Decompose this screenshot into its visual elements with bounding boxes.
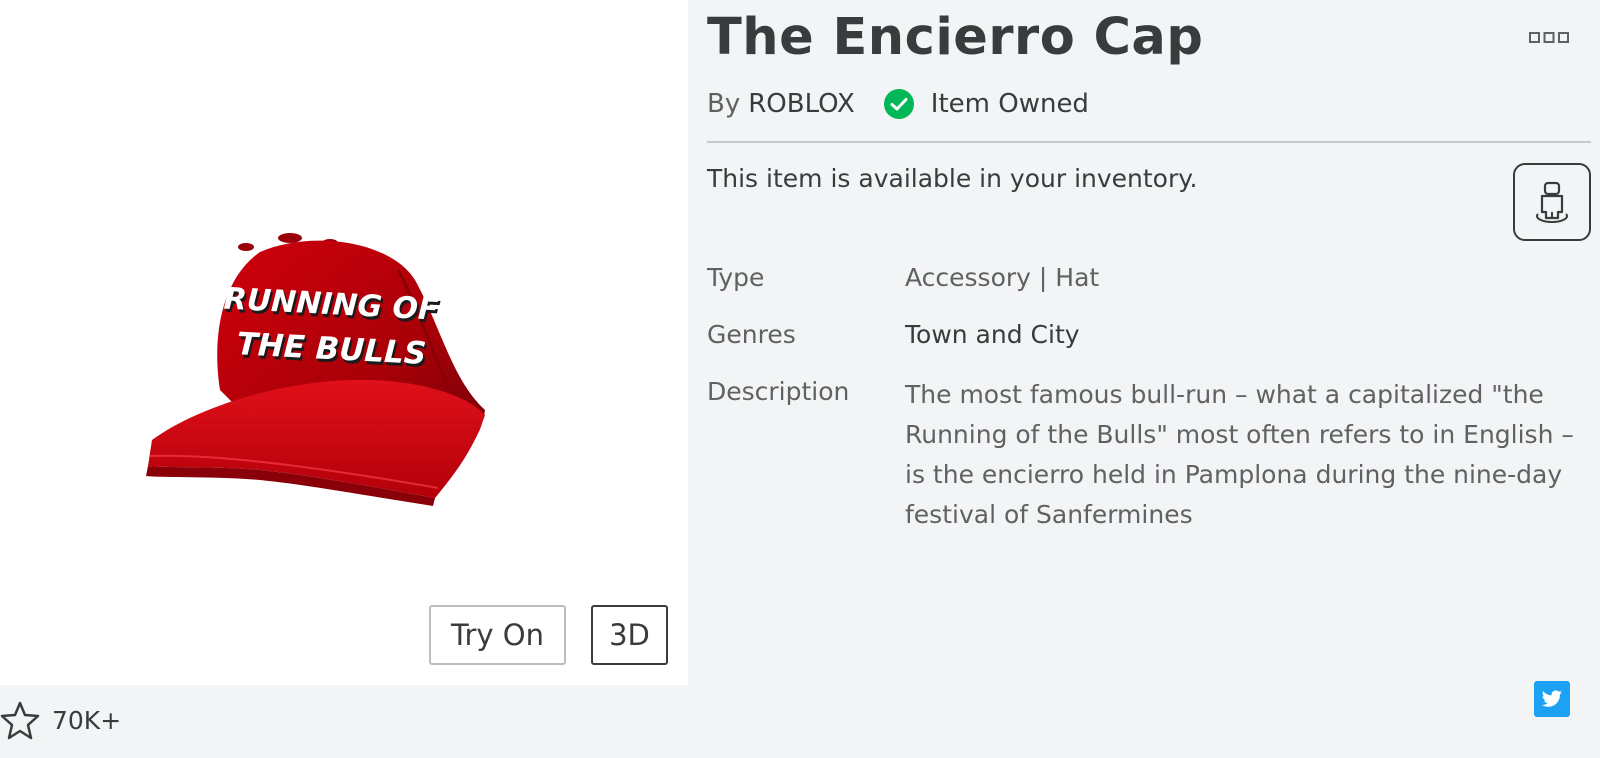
type-value: Accessory | Hat <box>905 263 1100 292</box>
view-3d-button[interactable]: 3D <box>591 605 668 665</box>
item-thumbnail-image: RUNNING OF RUNNING OF THE BULLS THE BULL… <box>146 233 485 506</box>
favorite-button[interactable]: 70K+ <box>0 700 121 740</box>
creator-link[interactable]: ROBLOX <box>748 89 855 119</box>
item-details-page: RUNNING OF RUNNING OF THE BULLS THE BULL… <box>0 0 1600 758</box>
creator-row: By ROBLOX Item Owned <box>707 86 1089 122</box>
star-icon <box>0 701 40 740</box>
item-owned-label: Item Owned <box>930 89 1089 119</box>
avatar-preview-icon <box>1536 181 1568 224</box>
genres-value[interactable]: Town and City <box>905 320 1080 349</box>
availability-text: This item is available in your inventory… <box>707 164 1198 193</box>
type-label: Type <box>707 263 765 292</box>
twitter-icon <box>1541 690 1562 707</box>
description-label: Description <box>707 377 850 406</box>
genres-label: Genres <box>707 320 796 349</box>
favorite-count: 70K+ <box>52 705 122 735</box>
more-options-icon[interactable] <box>1529 32 1569 44</box>
by-label: By <box>707 89 741 119</box>
item-title: The Encierro Cap <box>707 8 1204 67</box>
item-thumbnail-panel: RUNNING OF RUNNING OF THE BULLS THE BULL… <box>0 0 688 685</box>
check-circle-icon <box>883 89 914 119</box>
share-twitter-button[interactable] <box>1534 681 1570 717</box>
divider <box>707 141 1591 143</box>
description-text: The most famous bull-run – what a capita… <box>905 380 1574 529</box>
try-on-button[interactable]: Try On <box>429 605 566 665</box>
avatar-preview-button[interactable] <box>1513 163 1591 241</box>
